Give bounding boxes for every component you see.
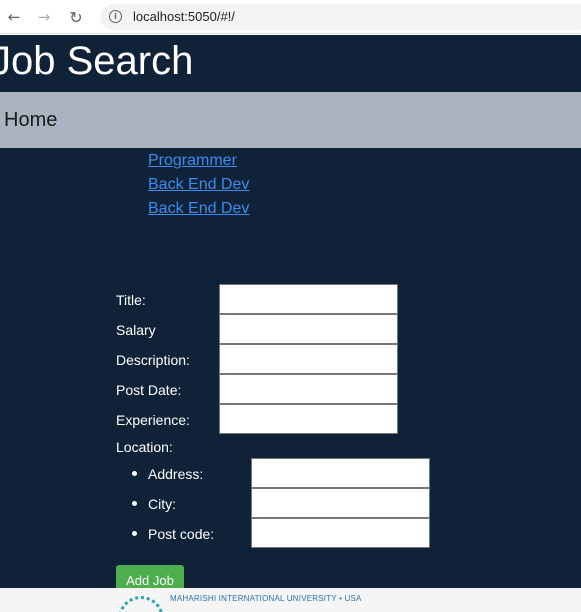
university-logo-icon <box>118 596 164 612</box>
list-bullet <box>132 531 137 536</box>
title-label: Title: <box>116 292 146 308</box>
description-input[interactable] <box>219 344 398 374</box>
list-bullet <box>132 501 137 506</box>
job-link[interactable]: Back End Dev <box>148 176 249 193</box>
job-link[interactable]: Programmer <box>148 152 237 169</box>
city-label: City: <box>148 496 176 512</box>
reload-icon[interactable]: ↻ <box>66 7 86 27</box>
job-list-item: Programmer <box>148 149 249 173</box>
job-list-item: Back End Dev <box>148 173 249 197</box>
info-icon[interactable]: i <box>109 10 122 23</box>
address-bar[interactable]: i localhost:5050/#!/ <box>100 4 581 30</box>
post-code-input[interactable] <box>251 518 430 548</box>
job-link[interactable]: Back End Dev <box>148 200 249 217</box>
list-bullet <box>132 471 137 476</box>
browser-toolbar: ← → ↻ i localhost:5050/#!/ <box>0 0 581 34</box>
city-input[interactable] <box>251 488 430 518</box>
experience-input[interactable] <box>219 404 398 434</box>
salary-input[interactable] <box>219 314 398 344</box>
job-list-item: Back End Dev <box>148 197 249 221</box>
home-link[interactable]: Home <box>4 109 57 132</box>
description-label: Description: <box>116 352 190 368</box>
salary-label: Salary <box>116 322 156 338</box>
location-label: Location: <box>116 439 173 455</box>
page-title: Job Search <box>0 39 194 83</box>
post-date-input[interactable] <box>219 374 398 404</box>
forward-arrow-icon[interactable]: → <box>34 7 54 27</box>
address-label: Address: <box>148 466 204 482</box>
page: Job Search Home Programmer Back End Dev … <box>0 35 581 612</box>
job-list: Programmer Back End Dev Back End Dev <box>148 149 249 221</box>
post-code-label: Post code: <box>148 526 215 542</box>
post-date-label: Post Date: <box>116 382 182 398</box>
back-arrow-icon[interactable]: ← <box>4 7 24 27</box>
title-input[interactable] <box>219 284 398 314</box>
footer-text: MAHARISHI INTERNATIONAL UNIVERSITY • USA <box>170 594 362 603</box>
experience-label: Experience: <box>116 412 190 428</box>
page-header: Job Search <box>0 35 581 92</box>
address-input[interactable] <box>251 458 430 488</box>
nav-bar: Home <box>0 92 581 148</box>
url-text[interactable]: localhost:5050/#!/ <box>133 9 235 24</box>
footer: MAHARISHI INTERNATIONAL UNIVERSITY • USA <box>0 588 581 612</box>
